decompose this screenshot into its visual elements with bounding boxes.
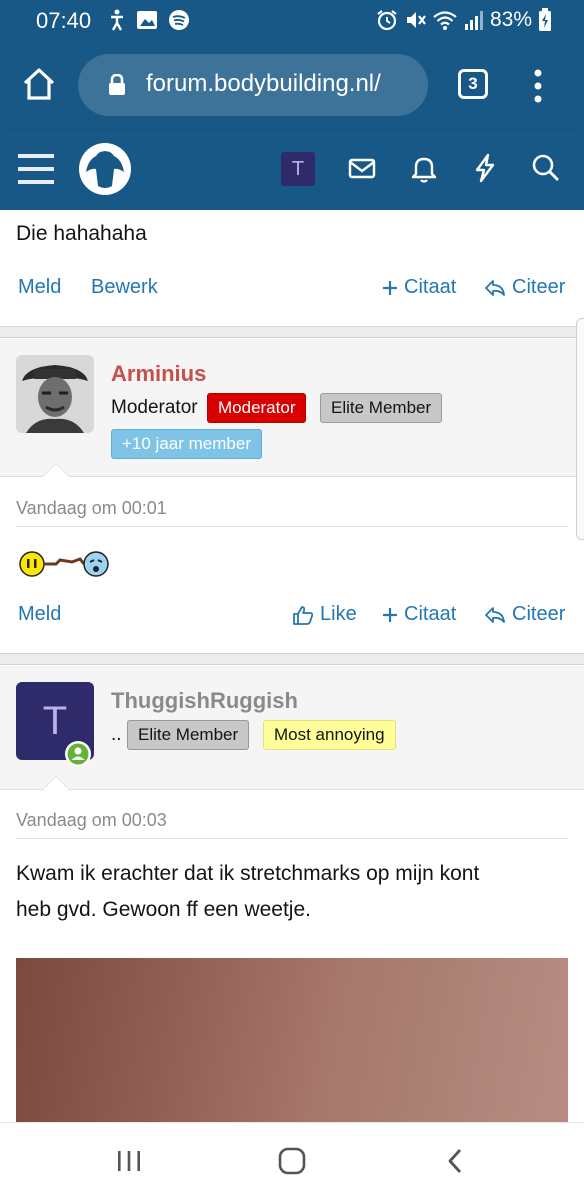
multiquote-link[interactable]: Citaat [382,276,456,299]
elite-member-badge: Elite Member [127,720,250,750]
status-bar: 07:40 83% [0,0,584,42]
battery-percentage: 83% [489,8,532,31]
tab-switcher-button[interactable]: 3 [458,69,488,99]
accessibility-icon [111,9,123,31]
forum-logo[interactable] [78,142,132,196]
signal-icon [464,11,483,30]
thread-content: Die hahahaha Meld Bewerk Citaat Citeer A… [0,210,584,1122]
back-icon[interactable] [444,1147,466,1175]
quote-link[interactable]: Citeer [484,276,565,299]
header-rule [16,526,568,527]
edit-link[interactable]: Bewerk [91,276,158,299]
inbox-icon[interactable] [346,152,378,184]
post-timestamp[interactable]: Vandaag om 00:03 [16,810,167,831]
multiquote-label: Citaat [404,276,457,298]
gun-smiley-icon [19,551,109,577]
avatar[interactable] [16,355,94,433]
username[interactable]: Arminius [111,361,206,387]
user-title: .. [111,724,122,745]
multiquote-link[interactable]: Citaat [382,603,456,626]
battery-icon [539,8,551,31]
home-button-icon[interactable] [278,1147,306,1175]
home-icon[interactable] [22,66,56,102]
post-body-text: Die hahahaha [16,222,147,245]
moderator-badge: Moderator [207,393,307,423]
address-bar[interactable]: forum.bodybuilding.nl/ [78,54,428,116]
user-avatar-button[interactable]: T [281,152,315,186]
elite-member-badge: Elite Member [320,393,443,423]
forum-navbar: T [0,130,584,210]
hamburger-menu-icon[interactable] [18,152,54,186]
system-navigation-bar [0,1122,584,1200]
image-icon [137,11,157,29]
post-timestamp[interactable]: Vandaag om 00:01 [16,498,167,519]
wifi-icon [433,11,457,30]
lock-icon [109,74,125,95]
browser-toolbar: forum.bodybuilding.nl/ 3 [0,42,584,130]
post-separator [0,326,584,338]
whats-new-bolt-icon[interactable] [469,152,501,184]
plus-icon [383,607,397,622]
user-arrow [42,463,70,477]
url-text: forum.bodybuilding.nl/ [146,70,381,97]
multiquote-label: Citaat [404,603,457,625]
online-status-icon [65,741,91,767]
most-annoying-badge: Most annoying [263,720,396,750]
more-menu-icon[interactable] [528,68,548,104]
post-separator [0,653,584,665]
user-title: Moderator [111,397,198,418]
quote-link[interactable]: Citeer [484,603,565,626]
quote-label: Citeer [512,603,566,625]
like-label: Like [320,603,357,625]
post-user-header: T ThuggishRuggish .. Elite Member Most a… [0,666,584,790]
post-body-line: Kwam ik erachter dat ik stretchmarks op … [16,862,480,885]
scroll-handle[interactable] [576,318,584,540]
post-body-line: heb gvd. Gewoon ff een weetje. [16,898,311,921]
post-user-header: Arminius Moderator Moderator Elite Membe… [0,339,584,477]
like-link[interactable]: Like [292,603,357,626]
report-link[interactable]: Meld [18,603,61,626]
recent-apps-icon[interactable] [116,1149,142,1173]
veteran-member-badge: +10 jaar member [111,429,262,459]
post-attached-image[interactable] [16,958,568,1122]
search-icon[interactable] [530,152,562,184]
reply-arrow-icon [485,606,505,623]
mute-icon [406,12,426,28]
plus-icon [383,280,397,295]
alarm-icon [377,10,397,31]
reply-arrow-icon [485,279,505,296]
notifications-bell-icon[interactable] [408,152,440,184]
thumbs-up-icon [293,605,314,625]
username[interactable]: ThuggishRuggish [111,688,298,714]
spotify-icon [169,10,189,30]
header-rule [16,838,568,839]
user-arrow [42,776,70,790]
quote-label: Citeer [512,276,566,298]
report-link[interactable]: Meld [18,276,61,299]
status-time: 07:40 [36,8,92,33]
